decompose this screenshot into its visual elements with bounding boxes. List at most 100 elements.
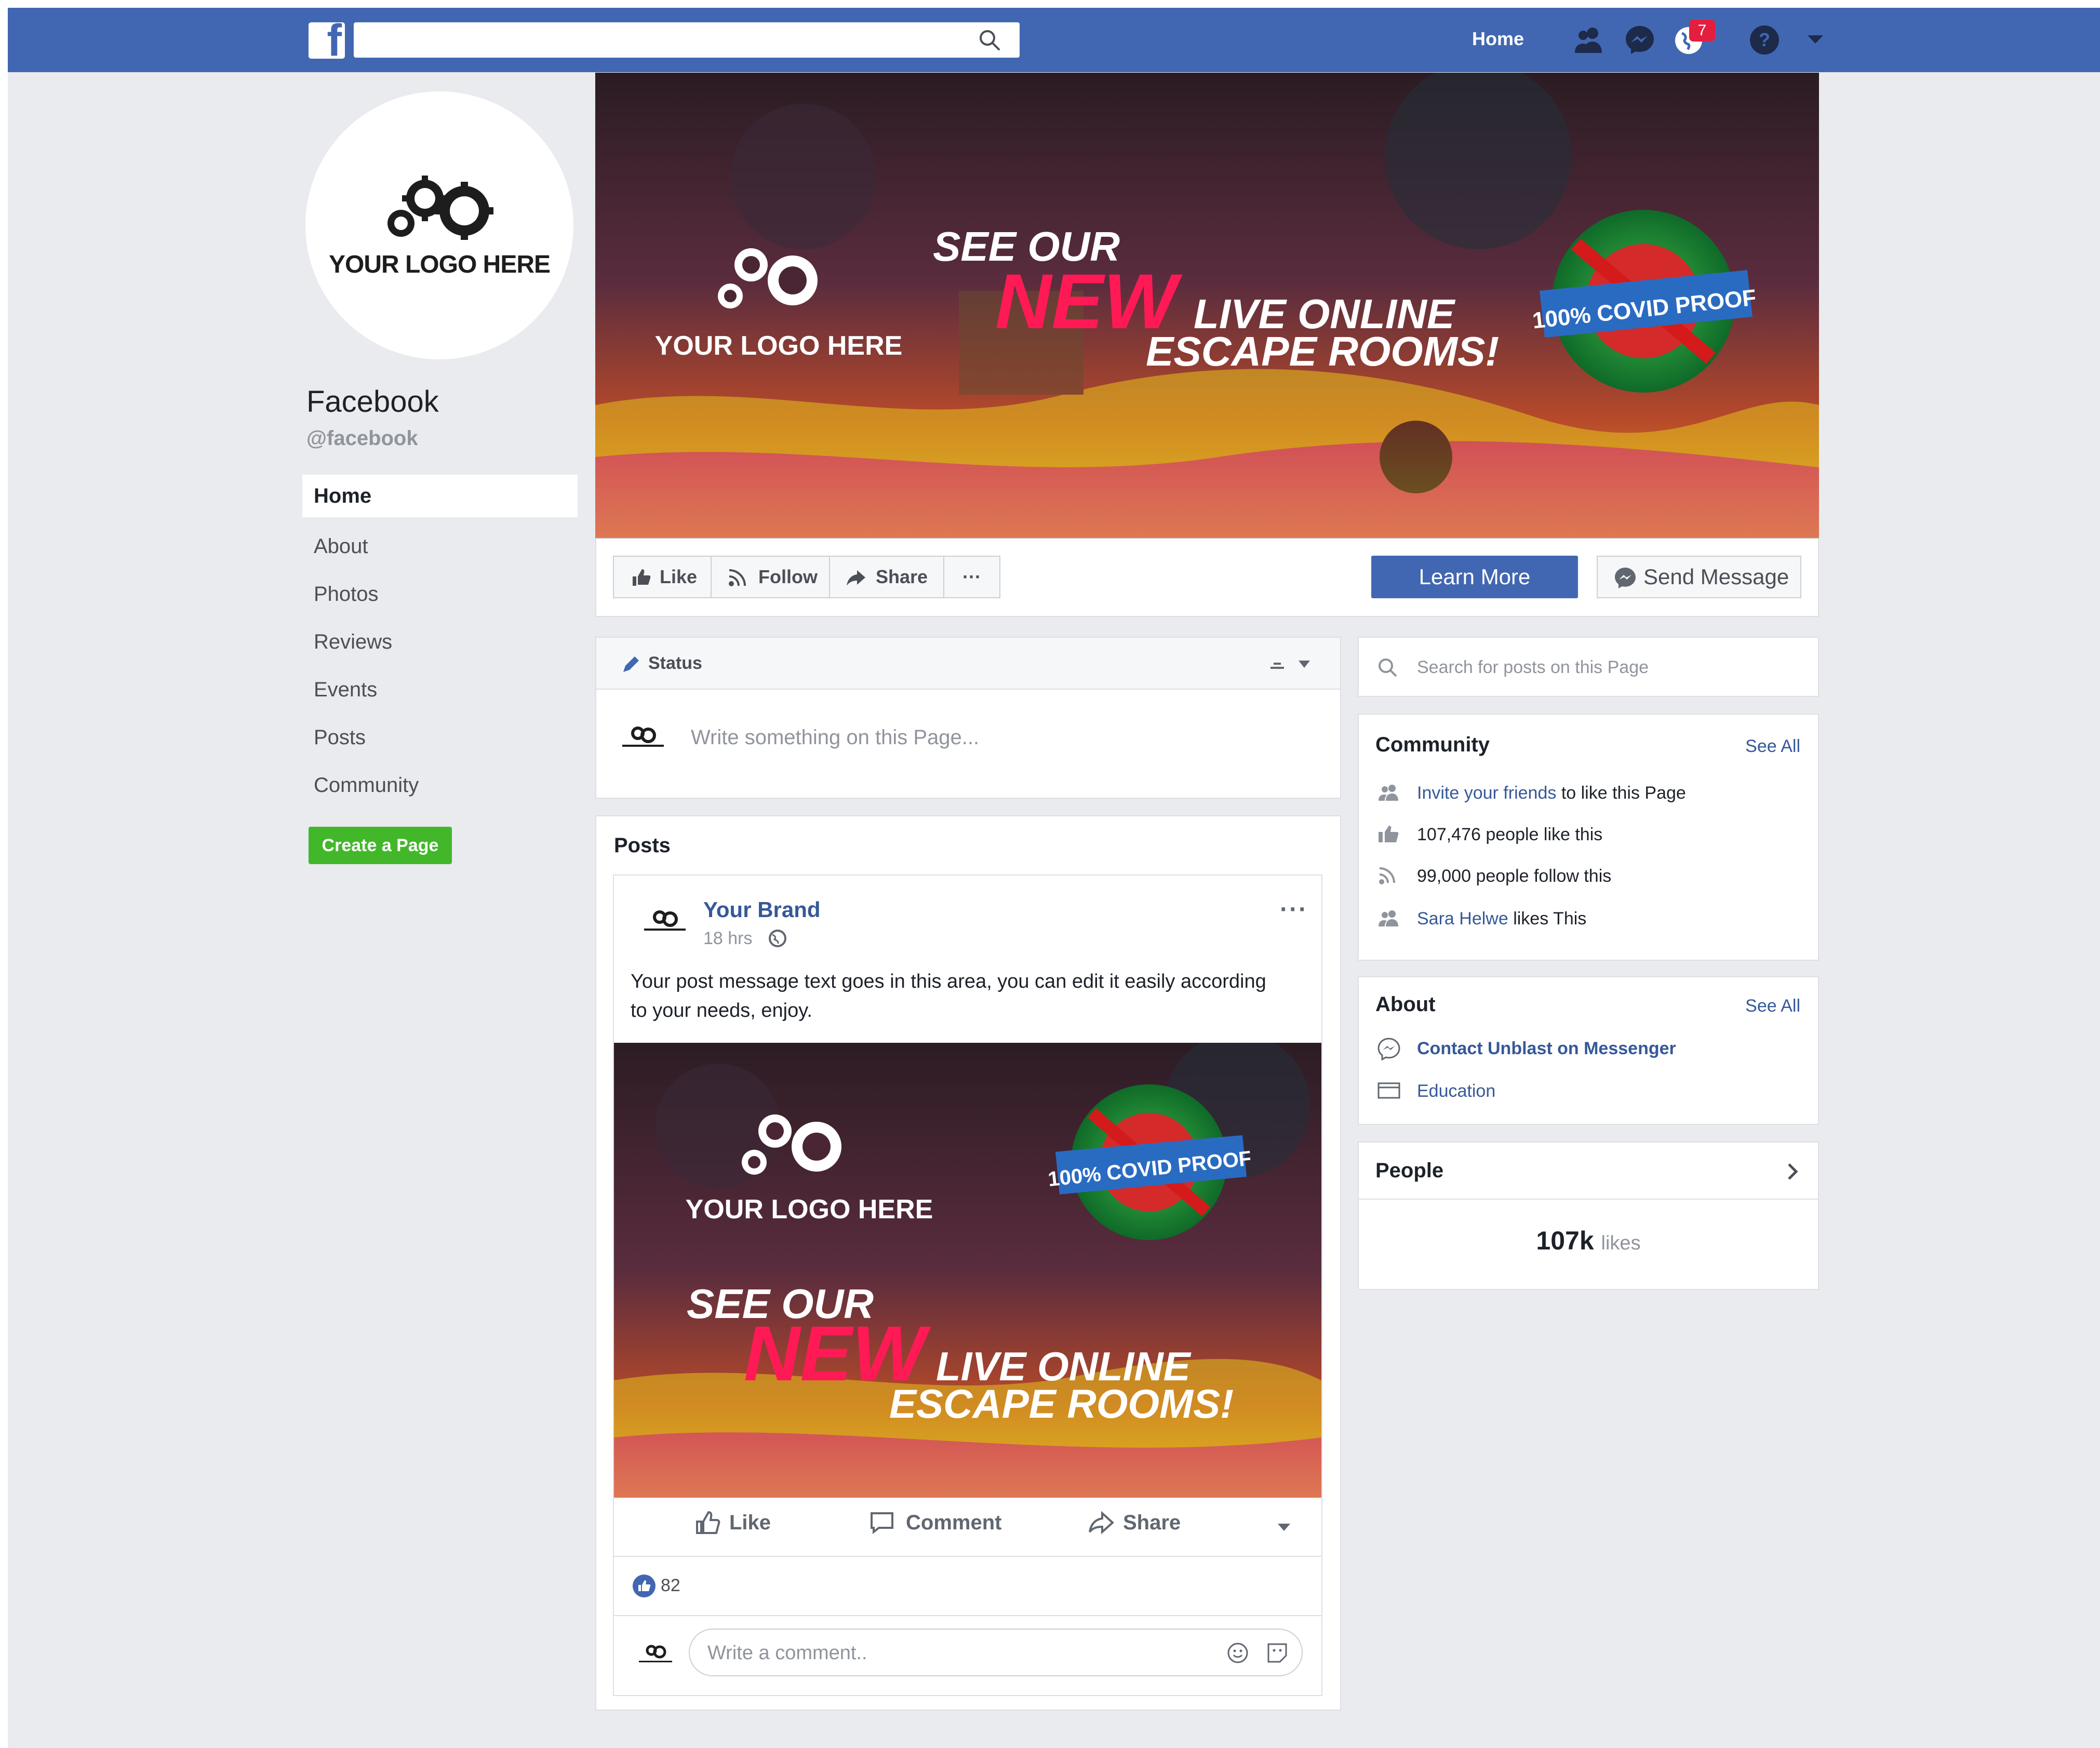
friends-icon[interactable] [1572, 23, 1606, 57]
page-search-box[interactable]: Search for posts on this Page [1358, 637, 1819, 697]
about-card: About See All Contact Unblast on Messeng… [1358, 976, 1819, 1125]
people-card: People 107k likes [1358, 1141, 1819, 1290]
sticker-icon[interactable] [1265, 1641, 1289, 1665]
nav-item-photos[interactable]: Photos [302, 570, 578, 618]
page-search-input[interactable]: Search for posts on this Page [1417, 657, 1649, 678]
divider [614, 1556, 1322, 1557]
friends-icon [1379, 910, 1398, 926]
gears-logo-icon [387, 176, 493, 240]
top-home-link[interactable]: Home [1472, 28, 1524, 50]
commenter-avatar [639, 1645, 672, 1662]
nav-item-about[interactable]: About [302, 522, 578, 570]
invite-friends-link[interactable]: Invite your friends [1417, 783, 1556, 803]
share-label: Share [876, 566, 928, 587]
post-card: Your Brand 18 hrs ··· Your post message … [613, 875, 1322, 1696]
cover-photo[interactable]: YOUR LOGO HERE SEE OUR NEW LIVE ONLINE E… [595, 73, 1819, 538]
messenger-outline-icon [1377, 1038, 1400, 1061]
post-comment-label: Comment [906, 1511, 1002, 1534]
page-follows-count: 99,000 people follow this [1417, 866, 1612, 886]
svg-text:?: ? [1759, 29, 1770, 50]
post-menu-chevron-icon[interactable] [1274, 1516, 1294, 1537]
friends-icon [1379, 785, 1398, 801]
post-image[interactable]: YOUR LOGO HERE SEE OUR NEW LIVE ONLINE E… [614, 1043, 1321, 1498]
education-link[interactable]: Education [1417, 1081, 1495, 1101]
page-sidebar-nav: Home About Photos Reviews Events Posts C… [302, 475, 578, 809]
post-share-label: Share [1123, 1511, 1181, 1534]
post-message: Your post message text goes in this area… [631, 971, 1266, 1021]
nav-item-community[interactable]: Community [302, 761, 578, 809]
logo-placeholder-text: YOUR LOGO HERE [328, 251, 551, 278]
community-see-all-link[interactable]: See All [1745, 736, 1800, 757]
post-options-icon[interactable]: ··· [1280, 895, 1308, 924]
community-card: Community See All Invite your friends to… [1358, 714, 1819, 961]
status-tab[interactable]: Status [648, 653, 702, 674]
divider [614, 1615, 1322, 1616]
about-title: About [1375, 993, 1436, 1016]
invite-friends-text: to like this Page [1561, 783, 1686, 803]
audience-dropdown-icon[interactable] [1266, 653, 1318, 674]
friend-likes-text: likes This [1513, 909, 1587, 929]
more-options-button[interactable]: ··· [943, 556, 1000, 598]
learn-more-button[interactable]: Learn More [1371, 556, 1578, 598]
like-page-button[interactable]: Like [613, 556, 712, 598]
thumbs-up-icon [1379, 826, 1399, 842]
friend-name-link[interactable]: Sara Helwe [1417, 909, 1508, 929]
posts-title: Posts [614, 834, 671, 857]
community-title: Community [1375, 733, 1490, 756]
search-icon[interactable] [978, 29, 1001, 51]
svg-text:ESCAPE ROOMS!: ESCAPE ROOMS! [889, 1381, 1234, 1427]
search-icon [1379, 658, 1397, 677]
post-timestamp[interactable]: 18 hrs [703, 929, 753, 949]
status-input[interactable]: Write something on this Page... [691, 726, 979, 749]
status-header [596, 638, 1340, 690]
comment-icon [871, 1512, 893, 1535]
post-author-name[interactable]: Your Brand [703, 897, 821, 922]
page-avatar-small [622, 727, 664, 747]
create-page-button[interactable]: Create a Page [309, 827, 452, 864]
page-likes-count: 107,476 people like this [1417, 825, 1603, 844]
rss-follow-icon [729, 569, 746, 586]
facebook-logo-icon[interactable]: f [309, 18, 345, 63]
svg-text:YOUR LOGO HERE: YOUR LOGO HERE [686, 1194, 933, 1225]
page-handle[interactable]: @facebook [306, 427, 418, 450]
people-title: People [1375, 1159, 1444, 1182]
education-icon [1377, 1082, 1400, 1099]
account-menu-chevron-icon[interactable] [1798, 23, 1833, 57]
like-reaction-icon [633, 1575, 656, 1597]
nav-item-home[interactable]: Home [302, 475, 578, 517]
chevron-right-icon[interactable] [1784, 1161, 1802, 1182]
notification-badge: 7 [1689, 20, 1715, 42]
send-message-button[interactable]: Send Message [1597, 556, 1801, 598]
follow-label: Follow [758, 566, 818, 587]
people-likes-unit: likes [1601, 1232, 1641, 1254]
comment-input[interactable]: Write a comment.. [689, 1629, 1303, 1676]
nav-item-posts[interactable]: Posts [302, 714, 578, 761]
nav-item-events[interactable]: Events [302, 666, 578, 714]
pencil-icon [623, 656, 639, 672]
rss-follow-icon [1379, 867, 1395, 884]
nav-item-reviews[interactable]: Reviews [302, 618, 578, 666]
follow-page-button[interactable]: Follow [711, 556, 830, 598]
like-label: Like [660, 566, 698, 587]
post-like-button[interactable]: Like [694, 1511, 771, 1535]
about-see-all-link[interactable]: See All [1745, 996, 1800, 1016]
help-icon[interactable]: ? [1747, 23, 1782, 57]
search-input[interactable] [354, 22, 1020, 58]
page-name: Facebook [306, 385, 439, 419]
emoji-icon[interactable] [1226, 1641, 1250, 1665]
share-page-button[interactable]: Share [829, 556, 944, 598]
svg-text:ESCAPE ROOMS!: ESCAPE ROOMS! [1146, 328, 1499, 374]
svg-text:YOUR LOGO HERE: YOUR LOGO HERE [655, 331, 903, 361]
thumbs-up-icon [633, 569, 651, 586]
profile-avatar[interactable]: YOUR LOGO HERE [305, 91, 573, 359]
reaction-count[interactable]: 82 [661, 1576, 680, 1596]
messenger-icon[interactable] [1623, 23, 1657, 57]
contact-messenger-link[interactable]: Contact Unblast on Messenger [1417, 1039, 1676, 1059]
post-author-avatar[interactable] [639, 905, 691, 936]
post-like-label: Like [729, 1511, 771, 1534]
post-comment-button[interactable]: Comment [868, 1511, 1001, 1535]
cover-artwork: YOUR LOGO HERE SEE OUR NEW LIVE ONLINE E… [595, 73, 1819, 538]
thumbs-up-outline-icon [696, 1511, 720, 1534]
comment-placeholder: Write a comment.. [707, 1642, 867, 1664]
post-share-button[interactable]: Share [1088, 1511, 1181, 1535]
